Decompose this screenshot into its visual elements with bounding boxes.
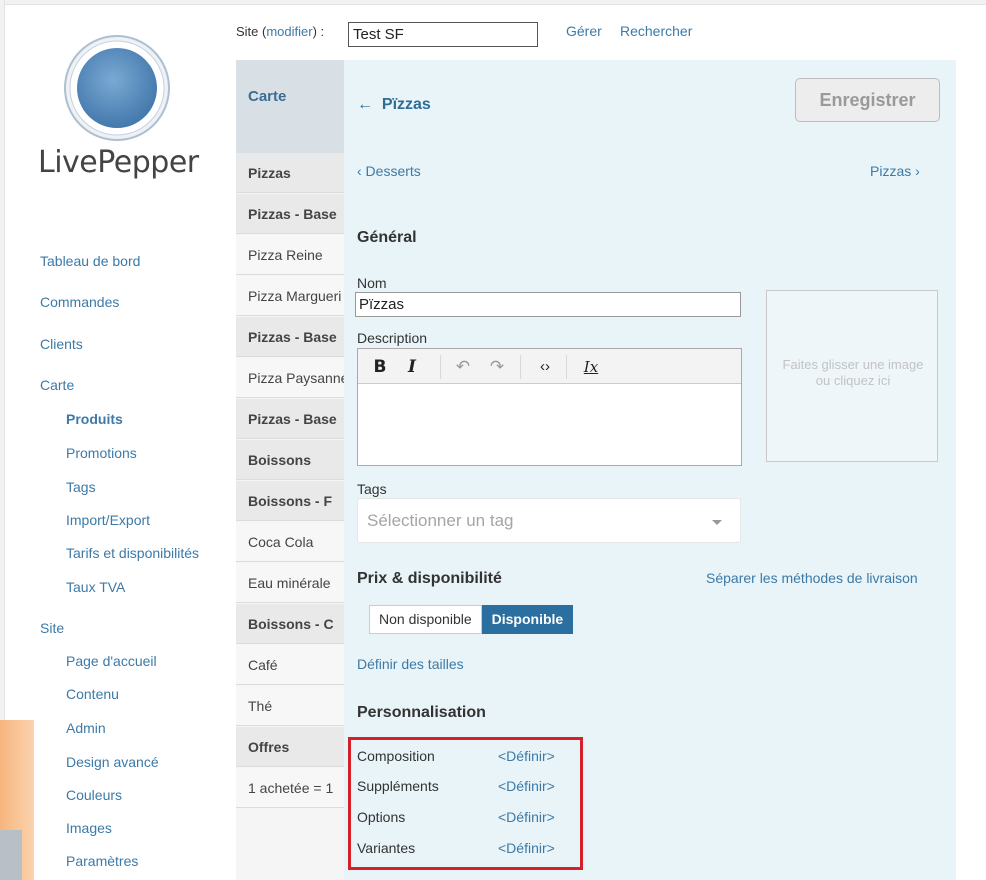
sidebar-item-orders[interactable]: Commandes [40, 294, 119, 310]
product-row[interactable]: Coca Cola [236, 522, 344, 562]
sidebar-item-prices-availability[interactable]: Tarifs et disponibilités [66, 545, 199, 561]
supplements-label: Suppléments [357, 778, 439, 794]
customization-title: Personnalisation [357, 704, 486, 721]
options-label: Options [357, 809, 406, 825]
description-label: Description [357, 330, 428, 346]
back-to-category-link[interactable]: ← Pïzzas [357, 96, 431, 114]
sidebar-item-homepage[interactable]: Page d'accueil [66, 653, 157, 669]
back-arrow-icon: ← [357, 96, 373, 113]
bold-icon[interactable]: B [372, 356, 388, 378]
tag-select[interactable]: Sélectionner un tag [357, 498, 741, 543]
category-row[interactable]: Pizzas - Base [236, 399, 344, 439]
define-sizes-link[interactable]: Définir des tailles [357, 656, 464, 672]
description-editor: B I ↶ ↷ ‹› Ix [357, 348, 742, 466]
site-prefix: Site ( [236, 24, 267, 39]
brand-name: LivePepper [38, 145, 199, 180]
price-availability-title: Prix & disponibilité [357, 570, 502, 587]
sidebar-item-images[interactable]: Images [66, 820, 112, 836]
sidebar-item-colors[interactable]: Couleurs [66, 787, 122, 803]
product-row[interactable]: Eau minérale [236, 563, 344, 603]
composition-define-link[interactable]: <Définir> [498, 748, 555, 764]
product-row[interactable]: Thé [236, 686, 344, 726]
composition-label: Composition [357, 748, 435, 764]
name-label: Nom [357, 275, 387, 291]
sidebar-item-vat-rates[interactable]: Taux TVA [66, 579, 125, 595]
product-row[interactable]: 1 achetée = 1 [236, 768, 344, 808]
name-field[interactable] [355, 292, 741, 317]
product-list: Carte Pizzas Pizzas - Base Pizza Reine P… [236, 60, 344, 880]
editor-toolbar: B I ↶ ↷ ‹› Ix [358, 349, 741, 384]
next-category-link[interactable]: Pizzas › [870, 163, 920, 179]
site-selector-label: Site (modifier) : [236, 24, 324, 39]
undo-icon[interactable]: ↶ [454, 356, 472, 378]
category-row[interactable]: Boissons [236, 440, 344, 480]
italic-icon[interactable]: I [404, 356, 420, 378]
category-row[interactable]: Pizzas - Base [236, 194, 344, 234]
sidebar-item-dashboard[interactable]: Tableau de bord [40, 253, 140, 269]
product-row[interactable]: Pizza Reine [236, 235, 344, 275]
supplements-define-link[interactable]: <Définir> [498, 778, 555, 794]
variants-label: Variantes [357, 840, 416, 856]
sidebar-item-promotions[interactable]: Promotions [66, 445, 137, 461]
chevron-down-icon [712, 520, 722, 525]
sidebar-item-site[interactable]: Site [40, 620, 64, 636]
unavailable-option[interactable]: Non disponible [369, 605, 482, 634]
image-dropzone[interactable]: Faites glisser une image ou cliquez ici [766, 290, 938, 462]
manage-link[interactable]: Gérer [566, 23, 602, 39]
sidebar-item-tags[interactable]: Tags [66, 479, 96, 495]
livepepper-logo-icon [62, 33, 172, 143]
toolbar-divider [440, 355, 441, 379]
site-modify-link[interactable]: modifier [266, 24, 312, 39]
sidebar-item-content[interactable]: Contenu [66, 686, 119, 702]
category-row[interactable]: Pizzas [236, 153, 344, 193]
sidebar-item-clients[interactable]: Clients [40, 336, 83, 352]
separate-delivery-methods-link[interactable]: Séparer les méthodes de livraison [706, 570, 918, 586]
category-row[interactable]: Offres [236, 727, 344, 767]
clear-format-icon[interactable]: Ix [580, 356, 602, 378]
category-row[interactable]: Boissons - C [236, 604, 344, 644]
product-row[interactable]: Pizza Margueri [236, 276, 344, 316]
sidebar-item-products[interactable]: Produits [66, 411, 123, 427]
search-link[interactable]: Rechercher [620, 23, 692, 39]
category-title: Pïzzas [381, 96, 431, 113]
options-define-link[interactable]: <Définir> [498, 809, 555, 825]
category-row[interactable]: Boissons - F [236, 481, 344, 521]
sidebar-item-menu[interactable]: Carte [40, 377, 74, 393]
sidebar-item-settings[interactable]: Paramètres [66, 853, 138, 869]
category-row[interactable]: Pizzas - Base [236, 317, 344, 357]
general-section-title: Général [357, 229, 417, 246]
window-top-border [0, 0, 986, 5]
sidebar-item-import-export[interactable]: Import/Export [66, 512, 150, 528]
variants-define-link[interactable]: <Définir> [498, 840, 555, 856]
product-row[interactable]: Pizza Paysanne [236, 358, 344, 398]
source-code-icon[interactable]: ‹› [534, 356, 556, 378]
tags-label: Tags [357, 481, 387, 497]
toolbar-divider [520, 355, 521, 379]
product-list-header: Carte [236, 60, 344, 153]
save-button[interactable]: Enregistrer [795, 78, 940, 122]
availability-toggle: Non disponible Disponible [369, 605, 574, 634]
toolbar-divider [566, 355, 567, 379]
sidebar-item-admin[interactable]: Admin [66, 720, 106, 736]
site-name-input[interactable] [348, 22, 538, 47]
site-suffix: ) : [312, 24, 325, 39]
previous-category-link[interactable]: ‹ Desserts [357, 163, 421, 179]
product-list-title: Carte [248, 88, 287, 105]
dropzone-hint: Faites glisser une image ou cliquez ici [782, 357, 924, 388]
sidebar-item-advanced-design[interactable]: Design avancé [66, 754, 159, 770]
decorative-grey-block [0, 830, 22, 880]
product-row[interactable]: Café [236, 645, 344, 685]
redo-icon[interactable]: ↷ [488, 356, 506, 378]
available-option[interactable]: Disponible [481, 605, 574, 634]
tag-select-placeholder: Sélectionner un tag [367, 511, 514, 530]
